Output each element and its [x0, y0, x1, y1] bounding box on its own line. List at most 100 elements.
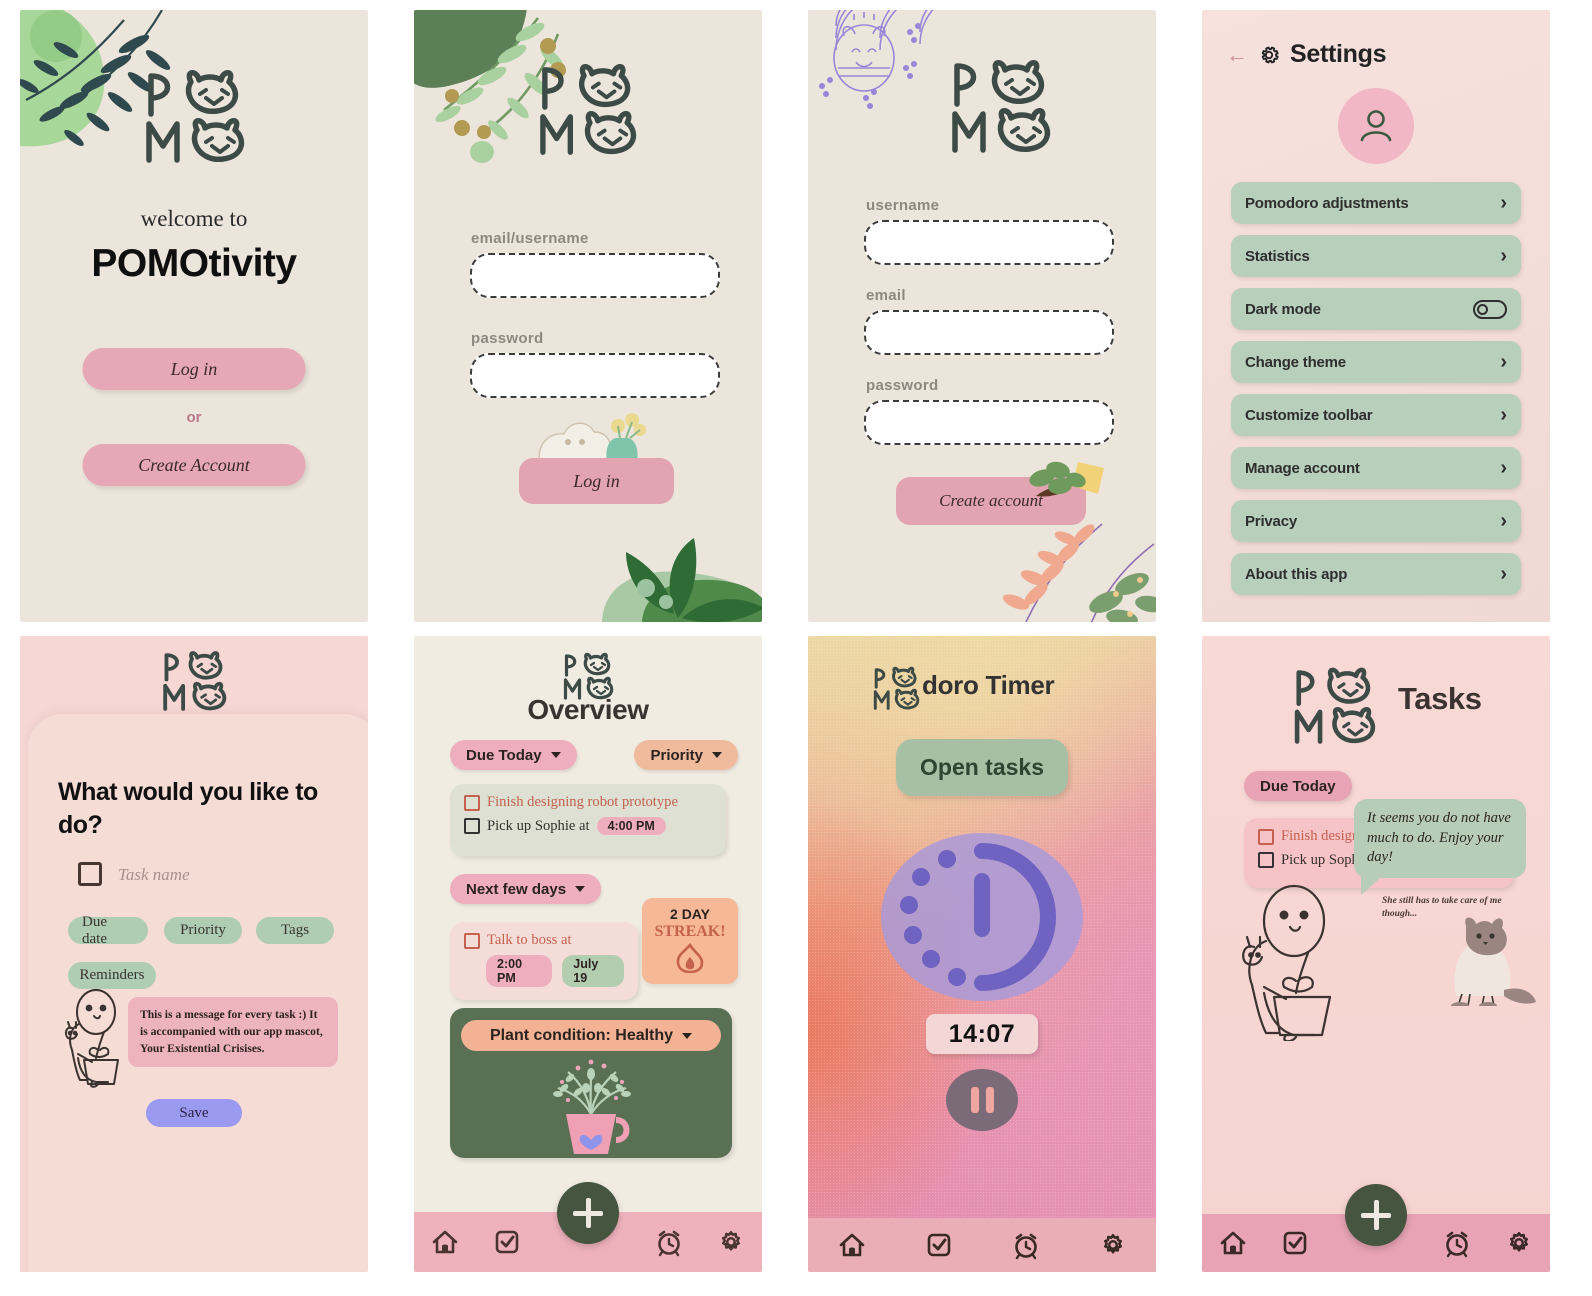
filter-due-today[interactable]: Due Today	[450, 740, 577, 770]
chevron-down-icon	[550, 752, 561, 758]
existential-crisis-mascot-icon	[1242, 884, 1332, 1041]
add-task-fab[interactable]	[1345, 1184, 1407, 1246]
nav-timer-icon[interactable]	[982, 1230, 1069, 1260]
chip-priority[interactable]: Priority	[164, 917, 242, 944]
nav-tasks-icon[interactable]	[476, 1227, 538, 1257]
table-row[interactable]: Finish designing robot prototype	[464, 794, 712, 811]
chevron-right-icon: ›	[1500, 510, 1507, 532]
setting-label: Statistics	[1245, 247, 1310, 265]
task-checkbox[interactable]	[464, 794, 480, 811]
filter-due-today[interactable]: Due Today	[1244, 771, 1352, 801]
streak-badge: 2 DAY STREAK!	[642, 898, 738, 984]
screen-overview: Overview Due Today Priority Finish desig…	[414, 636, 762, 1272]
potted-plant-icon	[553, 1059, 631, 1154]
nav-settings-icon[interactable]	[1069, 1230, 1156, 1260]
password-input[interactable]	[470, 353, 720, 398]
floral-decoration	[1002, 523, 1156, 622]
sidebar-item-about-this-app[interactable]: About this app ›	[1231, 553, 1521, 595]
nav-home-icon[interactable]	[808, 1230, 895, 1260]
back-arrow-icon[interactable]: ←	[1226, 43, 1248, 66]
chip-due-date[interactable]: Due date	[68, 914, 148, 947]
nav-tasks-icon[interactable]	[1264, 1228, 1326, 1258]
open-tasks-button[interactable]: Open tasks	[896, 739, 1068, 796]
task-date-badge: July 19	[562, 955, 624, 987]
nav-timer-icon[interactable]	[1426, 1228, 1488, 1258]
login-button[interactable]: Log in	[82, 348, 306, 390]
pause-button[interactable]	[946, 1069, 1018, 1131]
task-time-badge: 2:00 PM	[486, 955, 553, 987]
plant-condition-label: Plant condition: Healthy	[489, 1026, 674, 1044]
page-title: Tasks	[1398, 681, 1482, 716]
streak-count: 2 DAY	[670, 906, 710, 922]
toggle-knob-icon	[1477, 303, 1488, 315]
clock-dial-icon	[879, 831, 1085, 1008]
task-label: Pick up Sophie at	[487, 817, 590, 834]
screen-welcome: welcome to POMOtivity Log in or Create A…	[20, 10, 368, 622]
email-label: email	[866, 287, 906, 304]
chip-reminders[interactable]: Reminders	[68, 962, 156, 989]
sidebar-item-change-theme[interactable]: Change theme ›	[1231, 341, 1521, 383]
task-checkbox[interactable]	[464, 818, 480, 834]
task-time-badge: 4:00 PM	[596, 817, 666, 835]
create-account-button[interactable]: Create Account	[82, 444, 306, 486]
sidebar-item-privacy[interactable]: Privacy ›	[1231, 500, 1521, 542]
gear-icon	[1261, 46, 1279, 63]
setting-label: Pomodoro adjustments	[1245, 194, 1409, 212]
sidebar-item-manage-account[interactable]: Manage account ›	[1231, 447, 1521, 489]
sidebar-item-customize-toolbar[interactable]: Customize toolbar ›	[1231, 394, 1521, 436]
mascot-message: This is a message for every task :) It i…	[128, 997, 338, 1068]
sidebar-item-pomodoro-adjustments[interactable]: Pomodoro adjustments ›	[1231, 182, 1521, 224]
email-username-input[interactable]	[470, 253, 720, 298]
task-name-input[interactable]: Task name	[118, 865, 190, 885]
setting-label: Dark mode	[1245, 300, 1321, 318]
filter-next-few-days[interactable]: Next few days	[450, 874, 602, 904]
filter-priority[interactable]: Priority	[634, 740, 738, 770]
pause-bar-icon	[985, 1087, 994, 1113]
table-row[interactable]: Pick up Sophie at 4:00 PM	[464, 817, 712, 835]
streak-label: STREAK!	[654, 923, 726, 940]
nav-settings-icon[interactable]	[1488, 1228, 1550, 1258]
plant-condition-dropdown[interactable]: Plant condition: Healthy	[461, 1020, 721, 1051]
pomo-cat-logo-icon	[157, 650, 231, 714]
nav-home-icon[interactable]	[414, 1227, 476, 1257]
setting-label: Change theme	[1245, 353, 1346, 371]
sidebar-item-statistics[interactable]: Statistics ›	[1231, 235, 1521, 277]
chevron-down-icon	[712, 752, 722, 758]
task-checkbox[interactable]	[1258, 852, 1274, 868]
chip-tags[interactable]: Tags	[256, 917, 334, 944]
pomo-cat-logo-icon	[870, 666, 922, 712]
task-name-checkbox[interactable]	[78, 862, 102, 886]
plant-card: Plant condition: Healthy	[450, 1008, 732, 1158]
task-checkbox[interactable]	[464, 932, 480, 949]
chevron-right-icon: ›	[1500, 563, 1507, 585]
task-label: Finish designing robot prototype	[487, 794, 678, 810]
settings-list: Pomodoro adjustments › Statistics › Dark…	[1231, 182, 1521, 606]
chevron-down-icon	[575, 886, 586, 892]
nav-home-icon[interactable]	[1202, 1228, 1264, 1258]
pomo-cat-logo-icon	[139, 68, 249, 168]
avatar[interactable]	[1338, 88, 1414, 164]
add-task-fab[interactable]	[557, 1182, 619, 1244]
nav-timer-icon[interactable]	[638, 1227, 700, 1257]
siamese-cat-icon	[1451, 917, 1536, 1006]
screen-tasks: Tasks Due Today Finish designing robot p…	[1202, 636, 1550, 1272]
task-checkbox[interactable]	[1258, 828, 1274, 845]
filter-label: Due Today	[466, 746, 542, 764]
nav-tasks-icon[interactable]	[895, 1230, 982, 1260]
password-input[interactable]	[864, 400, 1114, 445]
dark-mode-toggle[interactable]	[1473, 299, 1507, 319]
nav-settings-icon[interactable]	[700, 1227, 762, 1257]
filter-label: Due Today	[1260, 777, 1336, 795]
table-row[interactable]: Talk to boss at	[464, 932, 624, 949]
username-input[interactable]	[864, 220, 1114, 265]
sidebar-item-dark-mode[interactable]: Dark mode	[1231, 288, 1521, 330]
screen-new-task: What would you like to do? Task name Due…	[20, 636, 368, 1272]
brand-title: POMOtivity	[91, 242, 297, 285]
pomo-cat-logo-icon	[532, 62, 642, 160]
email-input[interactable]	[864, 310, 1114, 355]
chevron-right-icon: ›	[1500, 404, 1507, 426]
bottom-navbar	[808, 1218, 1156, 1272]
save-button[interactable]: Save	[146, 1099, 242, 1127]
page-title: doro Timer	[922, 670, 1055, 700]
plant-decoration	[602, 538, 762, 622]
